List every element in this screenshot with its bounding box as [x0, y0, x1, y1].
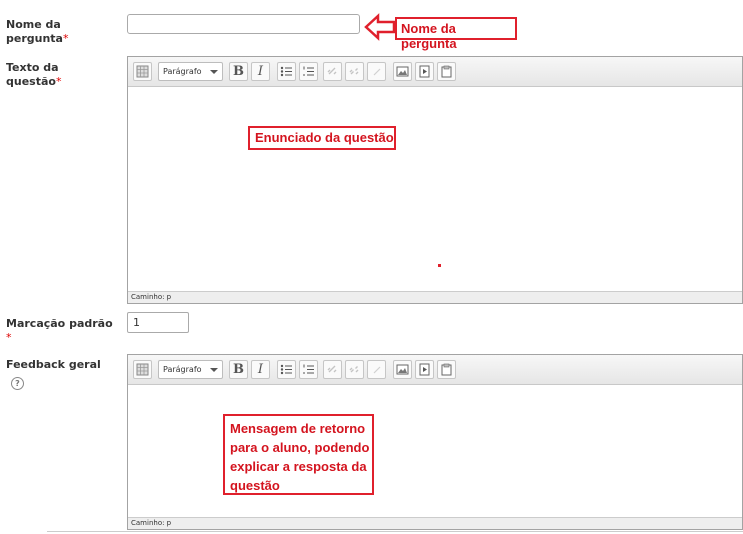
table-icon[interactable] — [133, 62, 152, 81]
chevron-down-icon — [210, 70, 218, 74]
chevron-down-icon — [210, 368, 218, 372]
default-mark-label: Marcação padrão * — [6, 317, 113, 344]
media-icon[interactable] — [415, 62, 434, 81]
anchor-icon[interactable] — [367, 62, 386, 81]
general-feedback-label: Feedback geral — [6, 358, 101, 371]
unlink-icon[interactable] — [345, 62, 364, 81]
italic-button[interactable]: I — [251, 360, 270, 379]
paste-icon[interactable] — [437, 360, 456, 379]
general-feedback-editor[interactable]: Parágrafo B I Caminho: p — [127, 354, 743, 530]
question-name-label: Nome da pergunta* — [6, 18, 69, 45]
question-text-editor[interactable]: Parágrafo B I Caminho: p — [127, 56, 743, 304]
editor-toolbar: Parágrafo B I — [128, 355, 742, 385]
question-text-label: Texto da questão* — [6, 61, 62, 88]
numbered-list-icon[interactable] — [299, 62, 318, 81]
paste-icon[interactable] — [437, 62, 456, 81]
bullet-list-icon[interactable] — [277, 360, 296, 379]
bullet-list-icon[interactable] — [277, 62, 296, 81]
format-select[interactable]: Parágrafo — [158, 62, 223, 81]
image-icon[interactable] — [393, 360, 412, 379]
annotation-question-name: Nome da pergunta — [395, 17, 517, 51]
anchor-icon[interactable] — [367, 360, 386, 379]
table-icon[interactable] — [133, 360, 152, 379]
arrow-icon — [364, 13, 396, 41]
editor-path: Caminho: p — [128, 291, 742, 303]
help-icon[interactable]: ? — [11, 377, 24, 390]
annotation-statement: Enunciado da questão — [248, 126, 396, 150]
annotation-feedback-line: Mensagem de retorno — [230, 421, 366, 436]
link-icon[interactable] — [323, 62, 342, 81]
image-icon[interactable] — [393, 62, 412, 81]
annotation-feedback-line: explicar a resposta da — [230, 459, 367, 474]
format-select[interactable]: Parágrafo — [158, 360, 223, 379]
numbered-list-icon[interactable] — [299, 360, 318, 379]
annotation-feedback: Mensagem de retorno para o aluno, podend… — [223, 414, 374, 495]
bold-button[interactable]: B — [229, 360, 248, 379]
question-name-input[interactable] — [127, 14, 360, 34]
red-dot — [438, 264, 441, 267]
annotation-feedback-line: para o aluno, podendo — [230, 440, 370, 455]
italic-button[interactable]: I — [251, 62, 270, 81]
editor-path: Caminho: p — [128, 517, 742, 529]
default-mark-input[interactable]: 1 — [127, 312, 189, 333]
annotation-feedback-line: questão — [230, 478, 280, 493]
media-icon[interactable] — [415, 360, 434, 379]
divider — [47, 531, 743, 532]
editor-toolbar: Parágrafo B I — [128, 57, 742, 87]
link-icon[interactable] — [323, 360, 342, 379]
unlink-icon[interactable] — [345, 360, 364, 379]
bold-button[interactable]: B — [229, 62, 248, 81]
